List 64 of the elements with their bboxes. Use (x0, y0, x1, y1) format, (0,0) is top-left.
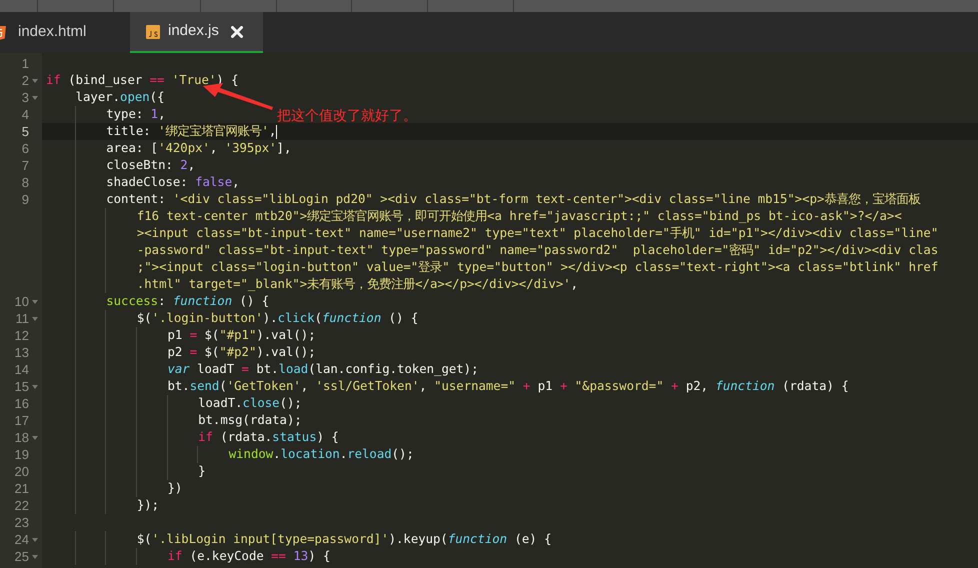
line-number: 4 (20, 106, 29, 124)
line-number: 25 (14, 548, 29, 566)
js-file-icon (146, 24, 160, 38)
code-line: } (46, 463, 206, 480)
line-number: 20 (14, 462, 29, 481)
line-number: 22 (14, 496, 29, 515)
fold-icon[interactable] (32, 300, 38, 304)
code-line: f16 text-center mtb20">绑定宝塔官网账号，即可开始使用<a href="javascript:;" class="bind_ps bt-ico-ask">?</a>< (46, 208, 902, 225)
code-line: var loadT = bt.load(lan.config.token_get); (46, 361, 478, 378)
line-number: 6 (20, 140, 29, 158)
line-number: 23 (14, 514, 29, 532)
code-line: bt.send('GetToken', 'ssl/GetToken', "username=" + p1 + "&password=" + p2, function (rdata) { (46, 378, 849, 395)
code-line: -password" class="bt-input-text" type="password" name="password2" placeholder="密码" id="p2"></div><div clas (46, 242, 938, 259)
code-line: closeBtn: 2, (46, 157, 196, 174)
code-line: shadeClose: false, (46, 174, 240, 191)
code-line: title: '绑定宝塔官网账号', (46, 123, 278, 140)
line-number: 11 (14, 310, 29, 328)
fold-icon[interactable] (32, 96, 38, 100)
code-line: loadT.close(); (46, 395, 302, 412)
code-line: window.location.reload(); (46, 446, 414, 463)
fold-icon[interactable] (32, 538, 38, 542)
code-line: bt.msg(rdata); (46, 412, 302, 429)
code-line: $('.libLogin input[type=password]').keyup(function (e) { (46, 531, 552, 548)
code-line: $('.login-button').click(function () { (46, 310, 418, 327)
close-icon[interactable] (230, 26, 243, 38)
line-number: 15 (14, 378, 29, 396)
code-line: p1 = $("#p1").val(); (46, 327, 316, 344)
line-number: 21 (14, 480, 29, 498)
code-line: }) (46, 480, 182, 497)
line-number: 13 (14, 344, 29, 362)
fold-icon[interactable] (32, 78, 38, 82)
fold-icon[interactable] (32, 316, 38, 320)
annotation-text: 把这个值改了就好了。 (277, 106, 417, 125)
fold-icon[interactable] (32, 384, 38, 388)
file-tab[interactable]: index.js (130, 12, 263, 53)
line-number: 5 (20, 122, 29, 141)
line-number: 3 (20, 88, 29, 107)
code-line: }); (46, 497, 160, 514)
code-line: ><input class="bt-input-text" name="username2" type="text" placeholder="手机" id="p1"></div><div class="line" (46, 225, 938, 242)
code-line: area: ['420px', '395px'], (46, 140, 292, 157)
line-number: 8 (20, 174, 29, 192)
line-number: 16 (14, 394, 29, 413)
line-number: 18 (14, 428, 29, 447)
line-number: 7 (20, 156, 29, 175)
html-file-icon (0, 26, 6, 40)
line-number: 2 (20, 72, 29, 90)
line-number: 14 (14, 360, 29, 379)
code-line: success: function () { (46, 293, 270, 310)
line-number: 1 (20, 54, 29, 73)
code-line: if (rdata.status) { (46, 429, 339, 446)
code-line: if (e.keyCode == 13) { (46, 548, 330, 565)
code-line: p2 = $("#p2").val(); (46, 344, 316, 361)
fold-icon[interactable] (32, 436, 38, 440)
line-number: 10 (14, 292, 29, 311)
line-number: 24 (14, 530, 29, 549)
line-number: 12 (14, 326, 29, 345)
code-line: ;"><input class="login-button" value="登录" type="button" ></div><p class="text-right"><a class="btlink" href (46, 259, 938, 276)
line-number: 19 (14, 446, 29, 464)
line-number: 9 (20, 190, 29, 209)
code-line: content: '<div class="libLogin pd20" ><div class="bt-form text-center"><div class="line mb15"><p>恭喜您，宝塔面板 (46, 191, 920, 208)
fold-icon[interactable] (32, 554, 38, 558)
code-line: .html" target="_blank">未有账号，免费注册</a></p></div></div>', (46, 276, 578, 293)
code-line: layer.open({ (74, 89, 164, 106)
line-number: 17 (14, 412, 29, 430)
